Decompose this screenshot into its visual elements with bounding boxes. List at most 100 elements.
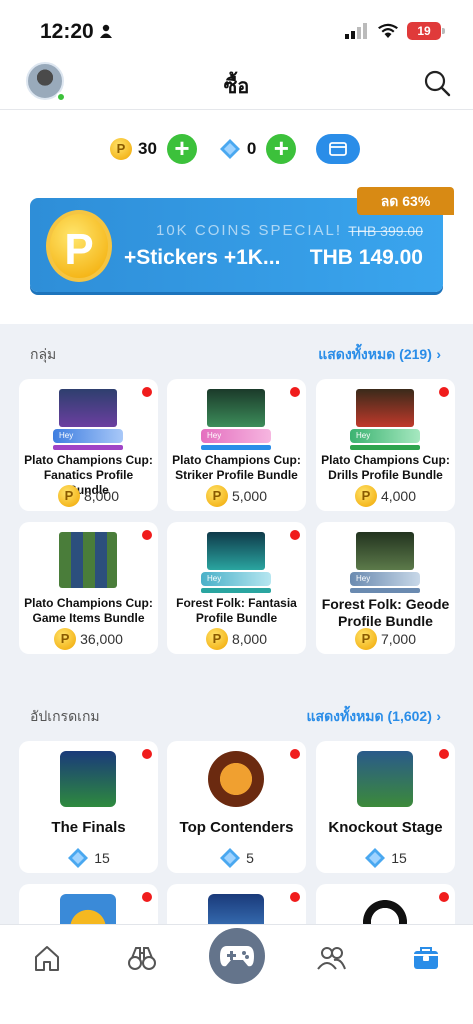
upgrades-section: อัปเกรดเกม แสดงทั้งหมด (1,602) › The Fin… [0,686,473,924]
binoculars-icon[interactable] [127,943,157,973]
bundle-name: Plato Champions Cup: Drills Profile Bund… [321,453,450,482]
game-upgrade-card[interactable]: Knockout Stage 15 [316,741,455,873]
header: ซื้อ [0,54,473,110]
wallet-icon [329,142,348,156]
bundle-thumbnail [207,532,265,570]
gem-icon [365,848,386,868]
bundle-preview-bar [201,588,271,593]
wifi-icon [378,23,398,38]
status-indicators: 19 [345,22,445,40]
game-thumbnail [60,894,116,924]
coin-icon: P [54,628,77,650]
game-upgrade-price: 5 [167,847,306,869]
game-upgrade-card[interactable] [19,884,158,924]
new-badge [290,387,300,397]
gem-icon [220,848,241,868]
bundle-name: Plato Champions Cup: Game Items Bundle [24,596,153,625]
bundle-card[interactable]: Hey Forest Folk: Fantasia Profile Bundle… [167,522,306,654]
bundle-card[interactable]: Hey Plato Champions Cup: Fanatics Profil… [19,379,158,511]
home-icon[interactable] [32,943,62,973]
add-coins-button[interactable]: + [166,134,197,164]
battery-indicator: 19 [407,22,445,40]
new-badge [142,749,152,759]
status-bar: 12:20 19 [0,0,473,54]
search-icon[interactable] [423,69,451,97]
play-button[interactable] [209,928,265,984]
bundle-thumbnail [356,389,414,427]
gem-balance: 0 [246,139,257,158]
gamepad-icon [220,946,254,967]
discount-badge: ลด 63% [357,187,454,215]
new-badge [439,387,449,397]
new-badge [142,387,152,397]
game-thumbnail [208,751,264,807]
page-title: ซื้อ [223,76,250,98]
add-gems-button[interactable]: + [266,134,297,164]
bundle-preview-bubble: Hey [350,429,420,443]
new-badge [439,892,449,902]
game-upgrade-card[interactable]: Top Contenders 5 [167,741,306,873]
bottom-tab-bar [0,924,473,1024]
coin-icon: P [205,485,228,507]
new-badge [142,530,152,540]
new-badge [142,892,152,902]
bundle-card[interactable]: Plato Champions Cup: Game Items Bundle P… [19,522,158,654]
section-title: อัปเกรดเกม [30,708,100,724]
shop-icon[interactable] [411,943,441,973]
bundle-card[interactable]: Hey Plato Champions Cup: Striker Profile… [167,379,306,511]
bundle-preview-bubble: Hey [350,572,420,586]
bundle-name: Forest Folk: Geode Profile Bundle [321,596,450,629]
show-all-link[interactable]: แสดงทั้งหมด (1,602) › [307,706,441,728]
banner-price: THB 149.00 [309,246,423,269]
bundle-preview-bubble: Hey [53,429,123,443]
game-thumbnail [60,751,116,807]
new-badge [290,530,300,540]
coin-icon: P [205,628,228,650]
coin-balance: 30 [138,139,157,158]
game-upgrade-price: 15 [19,847,158,869]
game-upgrade-card[interactable]: The Finals 15 [19,741,158,873]
coin-icon: P [354,628,377,650]
friends-icon[interactable] [316,943,346,973]
game-upgrade-card[interactable] [316,884,455,924]
section-title: กลุ่ม [30,346,57,362]
game-upgrade-price: 15 [316,847,455,869]
show-all-link[interactable]: แสดงทั้งหมด (219) › [318,344,441,366]
new-badge [290,749,300,759]
coin-icon: P [57,485,80,507]
chevron-right-icon: › [436,346,441,362]
coin-graphic-icon: P [46,210,112,282]
bundle-price: P 4,000 [316,485,455,507]
bundle-thumbnail [207,389,265,427]
wallet-button[interactable] [316,134,361,164]
game-upgrade-name: Top Contenders [179,819,294,836]
bundle-price: P 8,000 [167,628,306,650]
signal-icon [345,23,367,39]
bundle-preview-bar [53,445,123,450]
bundle-preview-bubble: Hey [201,572,271,586]
status-time: 12:20 [40,20,94,43]
gem-icon [68,848,89,868]
coin-icon: P [110,138,132,160]
new-badge [439,749,449,759]
bundle-name: Plato Champions Cup: Striker Profile Bun… [172,453,301,482]
bundle-card[interactable]: Hey Plato Champions Cup: Drills Profile … [316,379,455,511]
wallet-balances: P 30 + 0 + [110,134,361,164]
gem-icon [219,139,240,159]
game-thumbnail [357,751,413,807]
bundle-preview-bar [350,588,420,593]
bundle-card[interactable]: Hey Forest Folk: Geode Profile Bundle P7… [316,522,455,654]
banner-subtitle: 10K COINS SPECIAL! [156,222,343,239]
bundle-price: P 8,000 [19,485,158,507]
bundle-price: P 36,000 [19,628,158,650]
bundle-preview-bar [350,445,420,450]
game-upgrade-card[interactable] [167,884,306,924]
game-upgrade-name: Knockout Stage [328,819,443,836]
game-upgrade-name: The Finals [51,819,126,836]
bundle-preview-bar [201,445,271,450]
person-icon [100,24,112,38]
bundle-price: P 5,000 [167,485,306,507]
banner-old-price: THB 399.00 [348,223,423,239]
new-badge [290,892,300,902]
bundle-thumbnail [59,389,117,427]
